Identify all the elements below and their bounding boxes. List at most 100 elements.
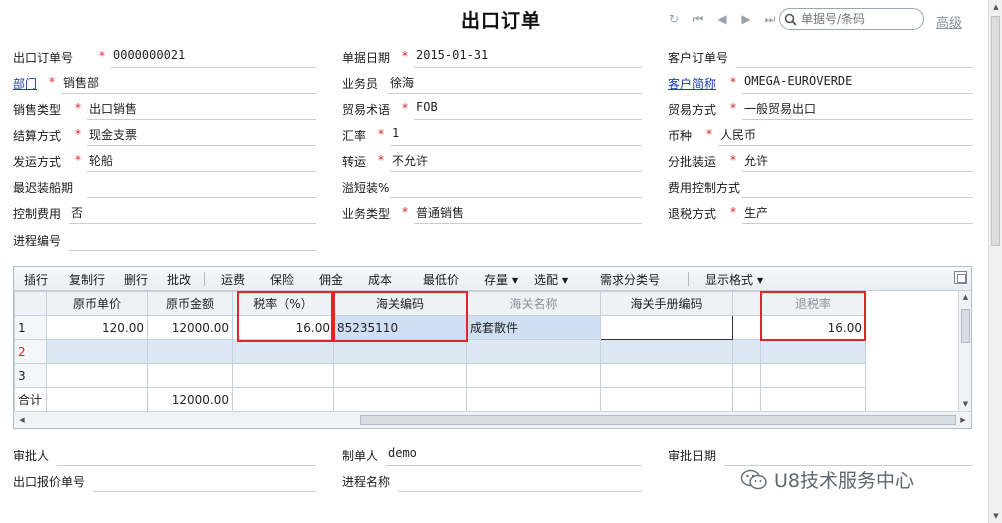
customer-short-field[interactable]: OMEGA-EUROVERDE <box>742 72 973 94</box>
salesperson-field[interactable]: 徐海 <box>388 72 642 94</box>
column-header-customs-name[interactable]: 海关名称 <box>466 291 601 316</box>
advanced-search-link[interactable]: 高级 <box>936 12 962 31</box>
partial-shipment-field[interactable]: 允许 <box>742 150 973 172</box>
quote-no-field[interactable] <box>93 470 316 492</box>
label-transshipment: 转运 <box>342 155 367 169</box>
latest-shipping-field[interactable] <box>87 176 316 198</box>
previous-record-icon[interactable]: ◀ <box>714 11 730 27</box>
cell-manual-code[interactable] <box>600 315 733 340</box>
fee-control-mode-field[interactable] <box>742 176 973 198</box>
cell-customs-name[interactable] <box>466 363 601 388</box>
maximize-icon[interactable] <box>954 271 967 284</box>
label-fee-control: 控制费用 <box>13 207 62 221</box>
shipping-field[interactable]: 轮船 <box>87 150 316 172</box>
column-header-manual-code[interactable]: 海关手册编码 <box>600 291 733 316</box>
scroll-up-icon[interactable]: ▲ <box>959 291 972 304</box>
column-header-row-no <box>14 291 47 316</box>
cell-customs-code[interactable]: 85235110 <box>333 315 467 340</box>
select-dropdown[interactable]: 选配 ▼ <box>534 271 568 288</box>
scroll-right-icon[interactable]: ▶ <box>957 414 969 426</box>
field-process-no: 进程编号 <box>13 229 316 251</box>
scroll-down-icon[interactable]: ▼ <box>989 509 1002 523</box>
scroll-thumb[interactable] <box>360 415 956 425</box>
field-sales-type: 销售类型 * 出口销售 <box>13 98 316 120</box>
currency-field[interactable]: 人民币 <box>718 124 973 146</box>
cell-unit-price[interactable] <box>46 363 148 388</box>
window-vertical-scrollbar[interactable]: ▲ ▼ <box>988 0 1002 523</box>
scroll-left-icon[interactable]: ◀ <box>16 414 28 426</box>
settlement-field[interactable]: 现金支票 <box>87 124 316 146</box>
column-header-amount[interactable]: 原币金额 <box>147 291 233 316</box>
fee-control-field[interactable]: 否 <box>69 202 316 224</box>
cell-amount[interactable] <box>147 363 233 388</box>
insert-row-button[interactable]: 插行 <box>24 271 48 288</box>
cell-refund-rate[interactable]: 16.00 <box>760 315 866 340</box>
cell-customs-name[interactable]: 成套散件 <box>466 315 601 340</box>
insurance-button[interactable]: 保险 <box>270 271 294 288</box>
cell-refund-rate[interactable] <box>760 363 866 388</box>
cell-customs-name[interactable] <box>466 339 601 364</box>
min-price-button[interactable]: 最低价 <box>423 271 459 288</box>
table-row[interactable]: 2 <box>14 339 866 364</box>
transshipment-field[interactable]: 不允许 <box>390 150 642 172</box>
cell-manual-code[interactable] <box>600 339 733 364</box>
overflow-field[interactable] <box>390 176 642 198</box>
business-type-field[interactable]: 普通销售 <box>414 202 642 224</box>
column-header-tax-rate[interactable]: 税率（%） <box>232 291 334 316</box>
demand-class-no-button[interactable]: 需求分类号 <box>600 271 660 288</box>
column-header-refund-rate[interactable]: 退税率 <box>760 291 866 316</box>
grid-vertical-scrollbar[interactable]: ▲ ▼ <box>958 291 971 411</box>
column-header-customs-code[interactable]: 海关编码 <box>333 291 467 316</box>
batch-edit-button[interactable]: 批改 <box>167 271 191 288</box>
commission-button[interactable]: 佣金 <box>319 271 343 288</box>
next-record-icon[interactable]: ▶ <box>738 11 754 27</box>
label-customer-short-link[interactable]: 客户简称 <box>668 75 716 92</box>
scroll-down-icon[interactable]: ▼ <box>959 398 972 411</box>
doc-date-field[interactable]: 2015-01-31 <box>414 46 642 68</box>
order-no-field[interactable]: 0000000021 <box>111 46 316 68</box>
watermark: U8技术服务中心 <box>740 466 914 493</box>
scroll-thumb[interactable] <box>961 309 970 343</box>
delete-row-button[interactable]: 删行 <box>124 271 148 288</box>
table-row[interactable]: 1 120.00 12000.00 16.00 85235110 成套散件 16… <box>14 315 866 340</box>
copy-row-button[interactable]: 复制行 <box>69 271 105 288</box>
cell-amount[interactable]: 12000.00 <box>147 315 233 340</box>
cell-unit-price[interactable] <box>46 339 148 364</box>
cost-button[interactable]: 成本 <box>368 271 392 288</box>
sales-type-field[interactable]: 出口销售 <box>87 98 316 120</box>
grid-horizontal-scrollbar[interactable]: ◀ ▶ <box>14 411 971 428</box>
first-record-icon[interactable]: ⏮ <box>690 11 706 27</box>
freight-button[interactable]: 运费 <box>221 271 245 288</box>
trade-terms-field[interactable]: FOB <box>414 98 642 120</box>
label-department-link[interactable]: 部门 <box>13 75 37 92</box>
department-field[interactable]: 销售部 <box>61 72 316 94</box>
customer-order-no-field[interactable] <box>736 46 973 68</box>
trade-mode-field[interactable]: 一般贸易出口 <box>742 98 973 120</box>
cell-tax-rate[interactable] <box>232 363 334 388</box>
exchange-rate-field[interactable]: 1 <box>390 124 642 146</box>
cell-customs-code[interactable] <box>333 363 467 388</box>
process-no-field[interactable] <box>69 229 316 251</box>
search-box[interactable] <box>779 8 924 30</box>
table-row[interactable]: 3 <box>14 363 866 388</box>
required-mark: * <box>75 153 81 167</box>
cell-unit-price[interactable]: 120.00 <box>46 315 148 340</box>
cell-customs-code[interactable] <box>333 339 467 364</box>
cell-tax-rate[interactable] <box>232 339 334 364</box>
required-mark: * <box>730 101 736 115</box>
column-header-unit-price[interactable]: 原币单价 <box>46 291 148 316</box>
tax-refund-mode-field[interactable]: 生产 <box>742 202 973 224</box>
refresh-icon[interactable]: ↻ <box>666 11 682 27</box>
last-record-icon[interactable]: ⏭ <box>762 11 778 27</box>
cell-tax-rate[interactable]: 16.00 <box>232 315 334 340</box>
scroll-up-icon[interactable]: ▲ <box>989 0 1002 14</box>
search-input[interactable] <box>801 12 911 26</box>
stock-dropdown[interactable]: 存量 ▼ <box>484 271 518 288</box>
cell-manual-code[interactable] <box>600 363 733 388</box>
cell-refund-rate[interactable] <box>760 339 866 364</box>
display-format-dropdown[interactable]: 显示格式 ▼ <box>705 271 763 288</box>
field-fee-control: 控制费用 否 <box>13 202 316 224</box>
cell-amount[interactable] <box>147 339 233 364</box>
scroll-thumb[interactable] <box>991 16 1000 246</box>
label-salesperson: 业务员 <box>342 77 379 91</box>
